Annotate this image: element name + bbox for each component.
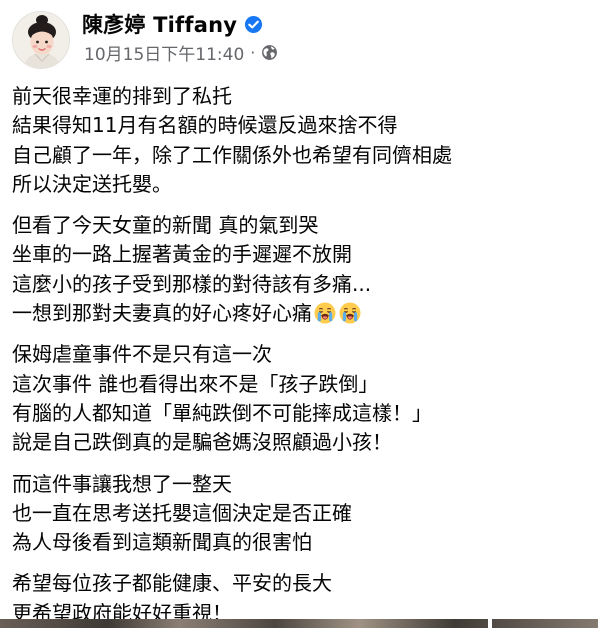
post-line: 保姆虐童事件不是只有這一次 [12, 342, 272, 367]
post-line: 但看了今天女童的新聞 真的氣到哭 [12, 213, 319, 238]
post-line: 而這件事讓我想了一整天 [12, 471, 232, 496]
post-paragraph-2: 但看了今天女童的新聞 真的氣到哭 坐車的一路上握著黃金的手遲遲不放開 這麼小的孩… [12, 211, 592, 328]
post-header: 陳彥婷 Tiffany 10月15日下午11:40 · [0, 0, 598, 76]
post-line: 自己顧了一年，除了工作關係外也希望有同儕相處 [12, 142, 452, 167]
post-line: 結果得知11月有名額的時候還反過來捨不得 [12, 113, 398, 138]
author-row: 陳彥婷 Tiffany [82, 10, 263, 38]
post-line: 所以決定送托嬰。 [12, 171, 172, 196]
verified-badge-icon [244, 15, 263, 34]
post-line: 也一直在思考送托嬰這個決定是否正確 [12, 500, 352, 525]
attached-photo-preview[interactable] [0, 619, 598, 628]
post-line: 為人母後看到這類新聞真的很害怕 [12, 530, 312, 555]
post-line-with-emoji: 一想到那對夫妻真的好心疼好心痛 [12, 299, 592, 328]
post-timestamp[interactable]: 10月15日下午11:40 [84, 40, 244, 65]
meta-separator: · [250, 42, 256, 62]
post-line: 說是自己跌倒真的是騙爸媽沒照顧過小孩！ [12, 430, 392, 455]
loudly-crying-face-icon [338, 301, 362, 325]
post-line: 坐車的一路上握著黃金的手遲遲不放開 [12, 242, 352, 267]
post-paragraph-3: 保姆虐童事件不是只有這一次 這次事件 誰也看得出來不是「孩子跌倒」 有腦的人都知… [12, 340, 592, 457]
author-avatar[interactable] [12, 11, 70, 69]
photo-divider [488, 619, 492, 628]
post-line-text: 一想到那對夫妻真的好心疼好心痛 [12, 301, 312, 326]
post-line: 前天很幸運的排到了私托 [12, 84, 232, 108]
loudly-crying-face-icon [313, 301, 337, 325]
author-avatar-image [13, 12, 69, 68]
post-line: 有腦的人都知道「單純跌倒不可能摔成這樣！」 [12, 400, 432, 425]
post-meta: 10月15日下午11:40 · [84, 40, 278, 65]
globe-icon[interactable] [261, 44, 278, 61]
author-name[interactable]: 陳彥婷 Tiffany [82, 9, 237, 39]
post-line: 這麼小的孩子受到那樣的對待該有多痛... [12, 271, 372, 296]
post-line: 這次事件 誰也看得出來不是「孩子跌倒」 [12, 371, 379, 396]
post-line: 希望每位孩子都能健康、平安的長大 [12, 571, 332, 596]
post-paragraph-4: 而這件事讓我想了一整天 也一直在思考送托嬰這個決定是否正確 為人母後看到這類新聞… [12, 470, 592, 558]
post-body: 前天很幸運的排到了私托 結果得知11月有名額的時候還反過來捨不得 自己顧了一年，… [12, 82, 592, 640]
post-paragraph-1: 前天很幸運的排到了私托 結果得知11月有名額的時候還反過來捨不得 自己顧了一年，… [12, 82, 592, 199]
